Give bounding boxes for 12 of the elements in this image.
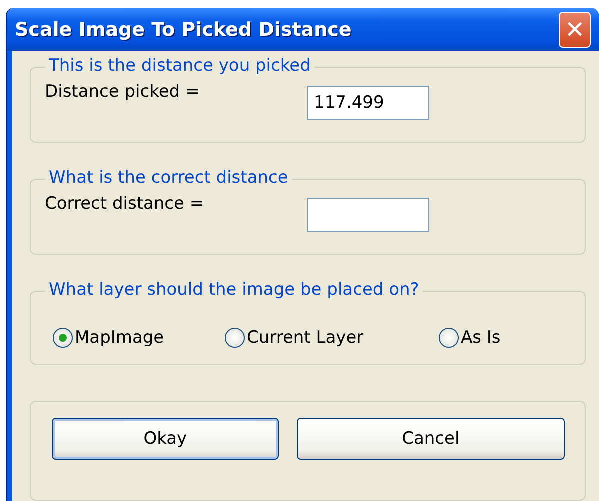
input-field[interactable]: 117.499	[307, 86, 429, 120]
cancel-button[interactable]: Cancel	[296, 418, 565, 460]
radio-option[interactable]: As Is	[439, 328, 501, 348]
radio-option[interactable]: MapImage	[53, 328, 225, 348]
field-label: Correct distance =	[45, 194, 206, 214]
group-legend: This is the distance you picked	[45, 56, 315, 76]
okay-button[interactable]: Okay	[52, 418, 279, 460]
window-title: Scale Image To Picked Distance	[15, 18, 352, 40]
input-field[interactable]	[307, 198, 429, 232]
radio-option[interactable]: Current Layer	[225, 328, 439, 348]
group-legend: What layer should the image be placed on?	[45, 280, 424, 300]
field-label: Distance picked =	[45, 82, 201, 102]
